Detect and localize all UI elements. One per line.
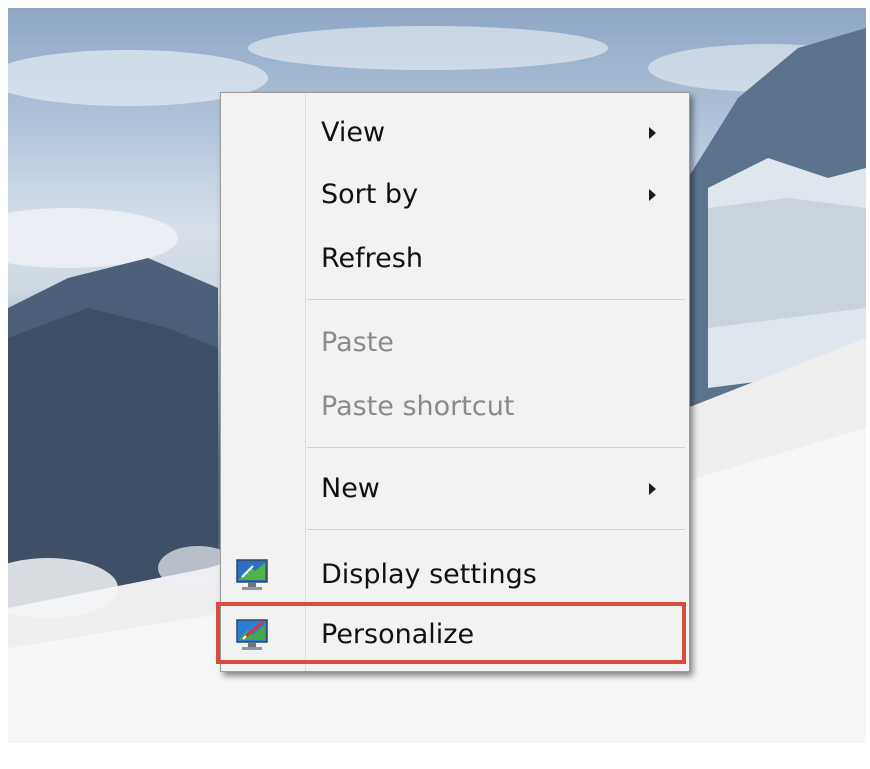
desktop-context-menu: View Sort by Refresh Paste Paste shortcu… [220,92,690,672]
menu-item-label: Refresh [321,243,423,274]
menu-item-paste-shortcut: Paste shortcut [221,377,687,437]
display-settings-icon [233,557,271,593]
menu-separator [307,529,685,530]
personalize-icon [233,617,271,653]
menu-item-paste: Paste [221,313,687,373]
menu-item-label: New [321,473,380,504]
menu-separator [307,447,685,448]
menu-item-label: Paste [321,327,394,358]
menu-item-sort-by[interactable]: Sort by [221,165,687,225]
menu-item-display-settings[interactable]: Display settings [221,545,687,605]
submenu-arrow-icon [649,127,656,139]
menu-item-label: Sort by [321,179,419,210]
menu-item-label: Paste shortcut [321,391,515,422]
menu-item-personalize[interactable]: Personalize [221,605,687,665]
menu-item-label: View [321,117,386,148]
submenu-arrow-icon [649,483,656,495]
menu-item-view[interactable]: View [221,103,687,163]
menu-item-label: Personalize [321,619,475,650]
menu-item-new[interactable]: New [221,459,687,519]
menu-item-label: Display settings [321,559,537,590]
menu-separator [307,299,685,300]
menu-item-refresh[interactable]: Refresh [221,229,687,289]
submenu-arrow-icon [649,189,656,201]
desktop-screen: View Sort by Refresh Paste Paste shortcu… [0,0,870,769]
